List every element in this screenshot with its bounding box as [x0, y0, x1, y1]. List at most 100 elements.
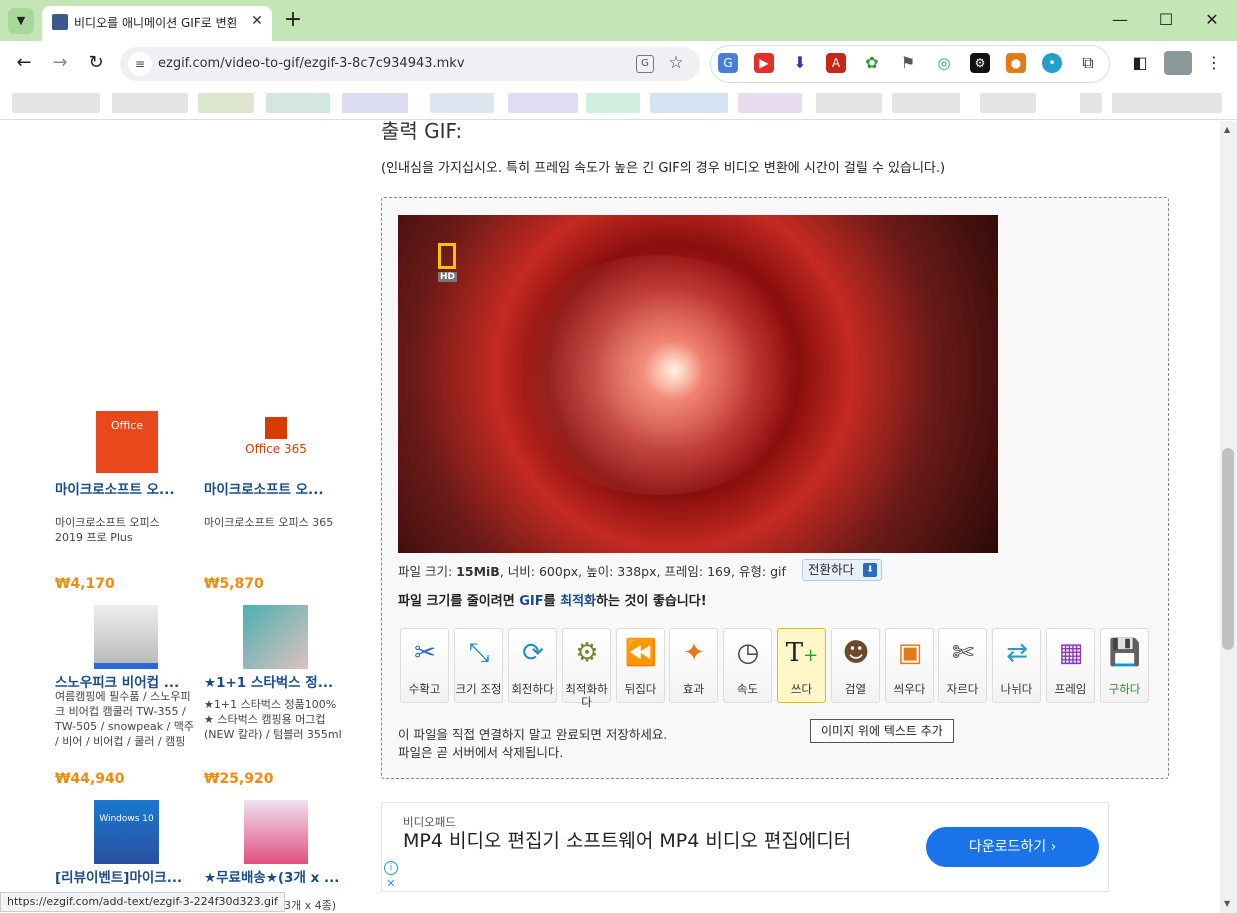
- scroll-up-icon[interactable]: ▲: [1224, 125, 1230, 134]
- scroll-thumb[interactable]: [1222, 448, 1234, 650]
- file-size-label: 파일 크기:: [398, 564, 457, 579]
- bookmark-item[interactable]: [198, 93, 254, 113]
- ad-thumbnail-office[interactable]: Office: [96, 411, 158, 473]
- optimize-post: 하는 것이 좋습니다!: [596, 594, 707, 609]
- bookmark-item[interactable]: [738, 93, 802, 113]
- gear-ext-icon[interactable]: ⚙: [970, 53, 990, 73]
- resize-button[interactable]: ⤡ 크기 조정: [454, 628, 503, 703]
- output-gif-image[interactable]: HD: [398, 215, 998, 553]
- minimize-button[interactable]: —: [1097, 6, 1143, 34]
- save-button[interactable]: 💾 구하다: [1100, 628, 1149, 703]
- download-label: 다운로드하기: [968, 839, 1047, 855]
- effects-button[interactable]: ✦ 효과: [669, 628, 718, 703]
- ad-title[interactable]: [리뷰이벤트]마이크...: [55, 866, 182, 886]
- chevron-right-icon: ›: [1050, 839, 1057, 855]
- text-add-icon: T+: [785, 638, 819, 668]
- split-button[interactable]: ⇄ 나뉘다: [992, 628, 1041, 703]
- ad-title[interactable]: 마이크로소프트 오...: [55, 478, 174, 498]
- bookmark-item[interactable]: [12, 93, 100, 113]
- translate-icon[interactable]: G: [636, 55, 654, 73]
- ad-download-button[interactable]: 다운로드하기 ›: [926, 827, 1099, 867]
- more-menu-icon[interactable]: ⋮: [1204, 53, 1224, 73]
- ad-thumbnail-office365[interactable]: Office 365: [244, 411, 308, 467]
- ad-thumbnail-beercup[interactable]: [94, 605, 158, 669]
- write-text-button[interactable]: T+ 쓰다: [777, 628, 826, 703]
- rotate-icon: ⟳: [522, 638, 544, 668]
- back-icon[interactable]: ←: [12, 51, 36, 75]
- new-tab-button[interactable]: +: [282, 8, 304, 34]
- ad-title[interactable]: 스노우피크 비어컵 ...: [55, 671, 179, 691]
- ad-close-icon[interactable]: ✕: [384, 877, 398, 891]
- convert-button[interactable]: 전환하다 ⬇: [802, 559, 882, 581]
- frames-icon: ▦: [1058, 638, 1084, 668]
- bookmark-item[interactable]: [980, 93, 1036, 113]
- profile-avatar[interactable]: [1164, 51, 1192, 75]
- status-url: https://ezgif.com/add-text/ezgif-3-224f3…: [0, 892, 285, 912]
- crop-button[interactable]: ✂ 수확고: [400, 628, 449, 703]
- forward-icon[interactable]: →: [48, 51, 72, 75]
- ad-thumbnail-windows[interactable]: Windows 10: [94, 800, 159, 864]
- wifi-ext-icon[interactable]: ◎: [934, 53, 954, 73]
- bookmark-item[interactable]: [430, 93, 494, 113]
- optimize-button[interactable]: ⚙ 최적화하다: [562, 628, 611, 709]
- bookmark-item[interactable]: [342, 93, 408, 113]
- reload-icon[interactable]: ↻: [84, 51, 108, 75]
- side-panel-icon[interactable]: ◧: [1130, 53, 1150, 73]
- save-note: 이 파일을 직접 연결하지 말고 완료되면 저장하세요.: [398, 727, 668, 742]
- overlay-button[interactable]: ▣ 씌우다: [885, 628, 934, 703]
- bookmark-item[interactable]: [508, 93, 578, 113]
- bookmark-item[interactable]: [892, 93, 960, 113]
- bookmark-ext-icon[interactable]: ⚑: [898, 53, 918, 73]
- bookmark-item[interactable]: [586, 93, 640, 113]
- ad-title[interactable]: 마이크로소프트 오...: [204, 478, 323, 498]
- ad-thumbnail-mug[interactable]: [243, 605, 308, 669]
- floppy-disk-icon: 💾: [1108, 638, 1142, 668]
- ad-thumbnail-product[interactable]: [244, 800, 308, 864]
- ad-desc: 마이크로소프트 오피스 2019 프로 Plus: [55, 516, 160, 544]
- ad-price: ₩5,870: [204, 576, 264, 592]
- scissors-icon: ✄: [952, 638, 974, 668]
- bookmark-item[interactable]: [1080, 93, 1102, 113]
- rotate-button[interactable]: ⟳ 회전하다: [508, 628, 557, 703]
- bookmark-star-icon[interactable]: ☆: [666, 53, 686, 73]
- tool-label: 나뉘다: [1000, 682, 1033, 696]
- scroll-down-icon[interactable]: ▼: [1224, 899, 1230, 908]
- censor-button[interactable]: ☻ 검열: [831, 628, 880, 703]
- cut-button[interactable]: ✄ 자르다: [938, 628, 987, 703]
- pdf-ext-icon[interactable]: A: [826, 53, 846, 73]
- bookmark-item[interactable]: [112, 93, 188, 113]
- tab-close-icon[interactable]: ✕: [248, 12, 266, 30]
- maximize-button[interactable]: ☐: [1143, 6, 1189, 34]
- address-bar[interactable]: ≡ ezgif.com/video-to-gif/ezgif-3-8c7c934…: [120, 47, 700, 81]
- optimize-hint: 파일 크기를 줄이려면 GIF를 최적화하는 것이 좋습니다!: [398, 590, 707, 609]
- site-info-icon[interactable]: ≡: [128, 52, 152, 76]
- google-translate-ext-icon[interactable]: G: [718, 53, 738, 73]
- tool-label: 검열: [844, 682, 867, 696]
- reverse-button[interactable]: ⏪ 뒤집다: [616, 628, 665, 703]
- adchoices-info-icon[interactable]: i: [384, 861, 398, 875]
- bookmark-item[interactable]: [1112, 93, 1222, 113]
- video-ext-icon[interactable]: ▶: [754, 53, 774, 73]
- bottom-ad[interactable]: 비디오패드 MP4 비디오 편집기 소프트웨어 MP4 비디오 편집에디터 다운…: [381, 802, 1109, 892]
- ad-title[interactable]: ★1+1 스타벅스 정...: [204, 671, 333, 691]
- close-window-button[interactable]: ✕: [1189, 6, 1235, 34]
- page-content: Office Office 365 마이크로소프트 오... 마이크로소프트 오…: [0, 121, 1220, 913]
- bookmark-item[interactable]: [650, 93, 728, 113]
- browser-tab[interactable]: 비디오를 애니메이션 GIF로 변환 ✕: [42, 6, 272, 41]
- optimize-link[interactable]: 최적화: [560, 594, 596, 609]
- speed-button[interactable]: ◷ 속도: [723, 628, 772, 703]
- color-ext-icon[interactable]: ●: [1006, 53, 1026, 73]
- ad-headline[interactable]: MP4 비디오 편집기 소프트웨어 MP4 비디오 편집에디터: [403, 829, 863, 853]
- leaf-ext-icon[interactable]: ✿: [862, 53, 882, 73]
- tab-search-button[interactable]: ▼: [8, 8, 34, 34]
- puzzle-extensions-icon[interactable]: ⧉: [1078, 53, 1098, 73]
- rewind-icon: ⏪: [624, 638, 658, 668]
- tool-label: 속도: [736, 682, 759, 696]
- frames-button[interactable]: ▦ 프레임: [1046, 628, 1095, 703]
- bookmark-item[interactable]: [266, 93, 330, 113]
- ad-title[interactable]: ★무료배송★(3개 x ...: [204, 866, 339, 886]
- bookmark-item[interactable]: [816, 93, 882, 113]
- chat-ext-icon[interactable]: •: [1042, 53, 1062, 73]
- download-ext-icon[interactable]: ⬇: [790, 53, 810, 73]
- tooltip: 이미지 위에 텍스트 추가: [810, 719, 954, 743]
